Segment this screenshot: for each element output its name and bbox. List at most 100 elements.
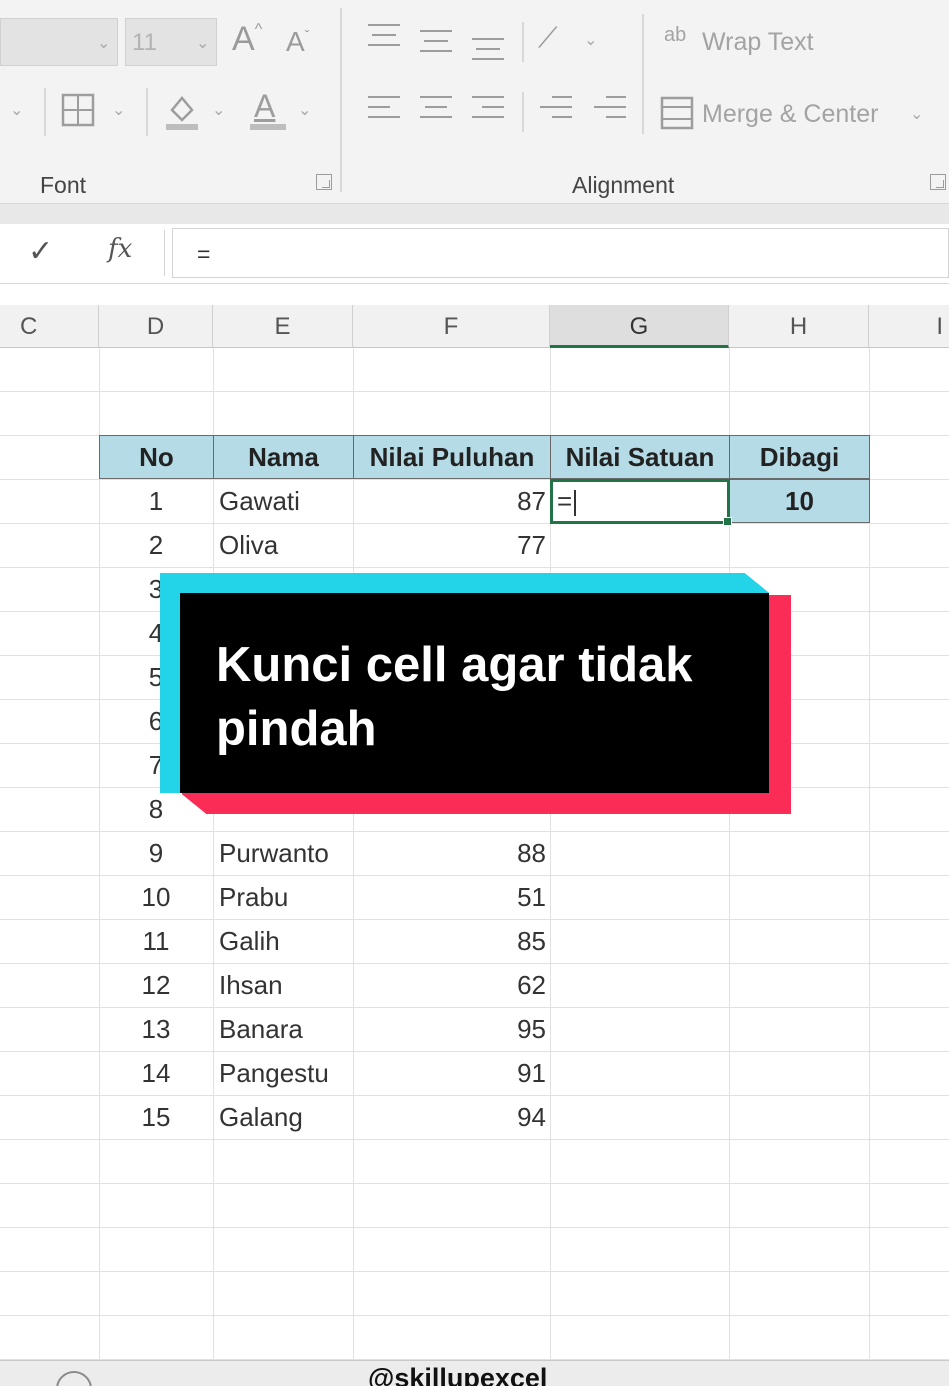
cell-nama[interactable]: Pangestu [213,1051,353,1095]
enter-checkmark-icon[interactable]: ✓ [28,234,53,269]
divider [522,92,524,132]
header-nilai-satuan[interactable]: Nilai Satuan [550,435,730,479]
grid-row-line [0,1315,949,1316]
column-header-h[interactable]: H [729,305,869,348]
excel-window: ⌄ 11 ⌄ A^ Aˇ ⌄ ⌄ ⌄ A ⌄ Font ⟋ ⌄ ab Wrap … [0,0,949,1386]
dibagi-value-cell[interactable]: 10 [729,479,870,523]
header-nama[interactable]: Nama [213,435,354,479]
formula-bar: ✓ fx = [0,224,949,284]
grid-row-line [0,1139,949,1140]
wrap-text-button[interactable]: ab Wrap Text [664,24,834,60]
cell-nilai-puluhan[interactable]: 88 [353,831,550,875]
cell-nilai-puluhan[interactable]: 62 [353,963,550,1007]
chevron-down-icon[interactable]: ⌄ [584,30,597,50]
header-dibagi[interactable]: Dibagi [729,435,870,479]
column-header-g[interactable]: G [550,305,729,348]
cell-nilai-puluhan[interactable]: 77 [353,523,550,567]
font-name-combo[interactable]: ⌄ [0,18,118,66]
cell-no[interactable]: 11 [99,919,213,963]
font-group-label: Font [40,172,87,198]
cell-nama[interactable]: Oliva [213,523,353,567]
column-header-d[interactable]: D [99,305,213,348]
status-strip: @skillupexcel [0,1360,949,1386]
wrap-text-icon: ab [664,24,687,46]
merge-center-button[interactable]: Merge & Center [660,94,900,134]
active-cell-g[interactable]: = [550,479,732,526]
divider [146,88,148,136]
merge-cells-icon [660,96,694,130]
caption-overlay: Kunci cell agar tidak pindah [160,573,791,814]
insert-function-icon[interactable]: fx [108,234,132,264]
align-top-icon[interactable] [368,24,400,52]
font-dialog-launcher-icon[interactable] [316,174,332,190]
grid-row-line [0,1271,949,1272]
text-caret [574,490,577,517]
cell-nama[interactable]: Prabu [213,875,353,919]
column-header-c[interactable]: C [0,305,99,348]
circle-icon[interactable] [56,1371,92,1386]
borders-button[interactable] [60,92,96,128]
divider [522,22,524,62]
font-size-combo[interactable]: 11 ⌄ [125,18,217,66]
font-color-button[interactable]: A [248,88,288,132]
merge-center-label: Merge & Center [702,100,879,128]
alignment-group-label: Alignment [572,172,675,198]
cell-no[interactable]: 2 [99,523,213,567]
column-header-e[interactable]: E [213,305,353,348]
cell-nilai-puluhan[interactable]: 94 [353,1095,550,1139]
text-orientation-icon: ⟋ [538,22,558,53]
cell-nilai-puluhan[interactable]: 87 [353,479,550,523]
group-separator [340,8,342,192]
cell-no[interactable]: 15 [99,1095,213,1139]
increase-font-icon: A [232,20,255,58]
divider [642,14,644,134]
cell-no[interactable]: 10 [99,875,213,919]
fill-color-button[interactable] [162,90,202,132]
decrease-indent-icon[interactable] [540,96,572,124]
decrease-font-size-button[interactable]: Aˇ [286,28,309,56]
chevron-down-icon[interactable]: ⌄ [298,100,311,120]
cell-nama[interactable]: Purwanto [213,831,353,875]
wrap-text-label: Wrap Text [702,28,814,56]
cell-no[interactable]: 1 [99,479,213,523]
worksheet-grid[interactable]: No Nama Nilai Puluhan Nilai Satuan Dibag… [0,348,949,1360]
cell-nilai-puluhan[interactable]: 51 [353,875,550,919]
chevron-down-icon[interactable]: ⌄ [10,100,23,120]
align-left-icon[interactable] [368,96,400,124]
increase-indent-icon[interactable] [594,96,626,124]
decrease-font-icon: A [286,26,305,57]
cell-nilai-puluhan[interactable]: 91 [353,1051,550,1095]
chevron-down-icon: ⌄ [97,35,111,52]
cell-nilai-puluhan[interactable]: 85 [353,919,550,963]
cell-nama[interactable]: Gawati [213,479,353,523]
align-center-icon[interactable] [420,96,452,124]
cell-nama[interactable]: Ihsan [213,963,353,1007]
align-right-icon[interactable] [472,96,504,124]
column-headers: C D E F G H I [0,305,949,348]
cell-nama[interactable]: Banara [213,1007,353,1051]
cell-no[interactable]: 13 [99,1007,213,1051]
cell-no[interactable]: 9 [99,831,213,875]
increase-font-size-button[interactable]: A^ [232,20,262,58]
cell-nama[interactable]: Galih [213,919,353,963]
align-bottom-icon[interactable] [472,34,504,62]
header-nilai-puluhan[interactable]: Nilai Puluhan [353,435,551,479]
orientation-button[interactable]: ⟋ [538,24,558,52]
cell-no[interactable]: 14 [99,1051,213,1095]
cell-no[interactable]: 12 [99,963,213,1007]
column-header-i[interactable]: I [869,305,949,348]
alignment-dialog-launcher-icon[interactable] [930,174,946,190]
grid-row-line [0,1227,949,1228]
column-header-f[interactable]: F [353,305,550,348]
divider [44,88,46,136]
chevron-down-icon[interactable]: ⌄ [112,100,125,120]
chevron-down-icon: ⌄ [196,35,210,52]
chevron-down-icon[interactable]: ⌄ [910,104,923,124]
cell-nama[interactable]: Galang [213,1095,353,1139]
chevron-down-icon[interactable]: ⌄ [212,100,225,120]
caption-box: Kunci cell agar tidak pindah [180,593,769,793]
header-no[interactable]: No [99,435,214,479]
formula-input[interactable]: = [172,228,949,278]
cell-nilai-puluhan[interactable]: 95 [353,1007,550,1051]
align-middle-icon[interactable] [420,30,452,58]
